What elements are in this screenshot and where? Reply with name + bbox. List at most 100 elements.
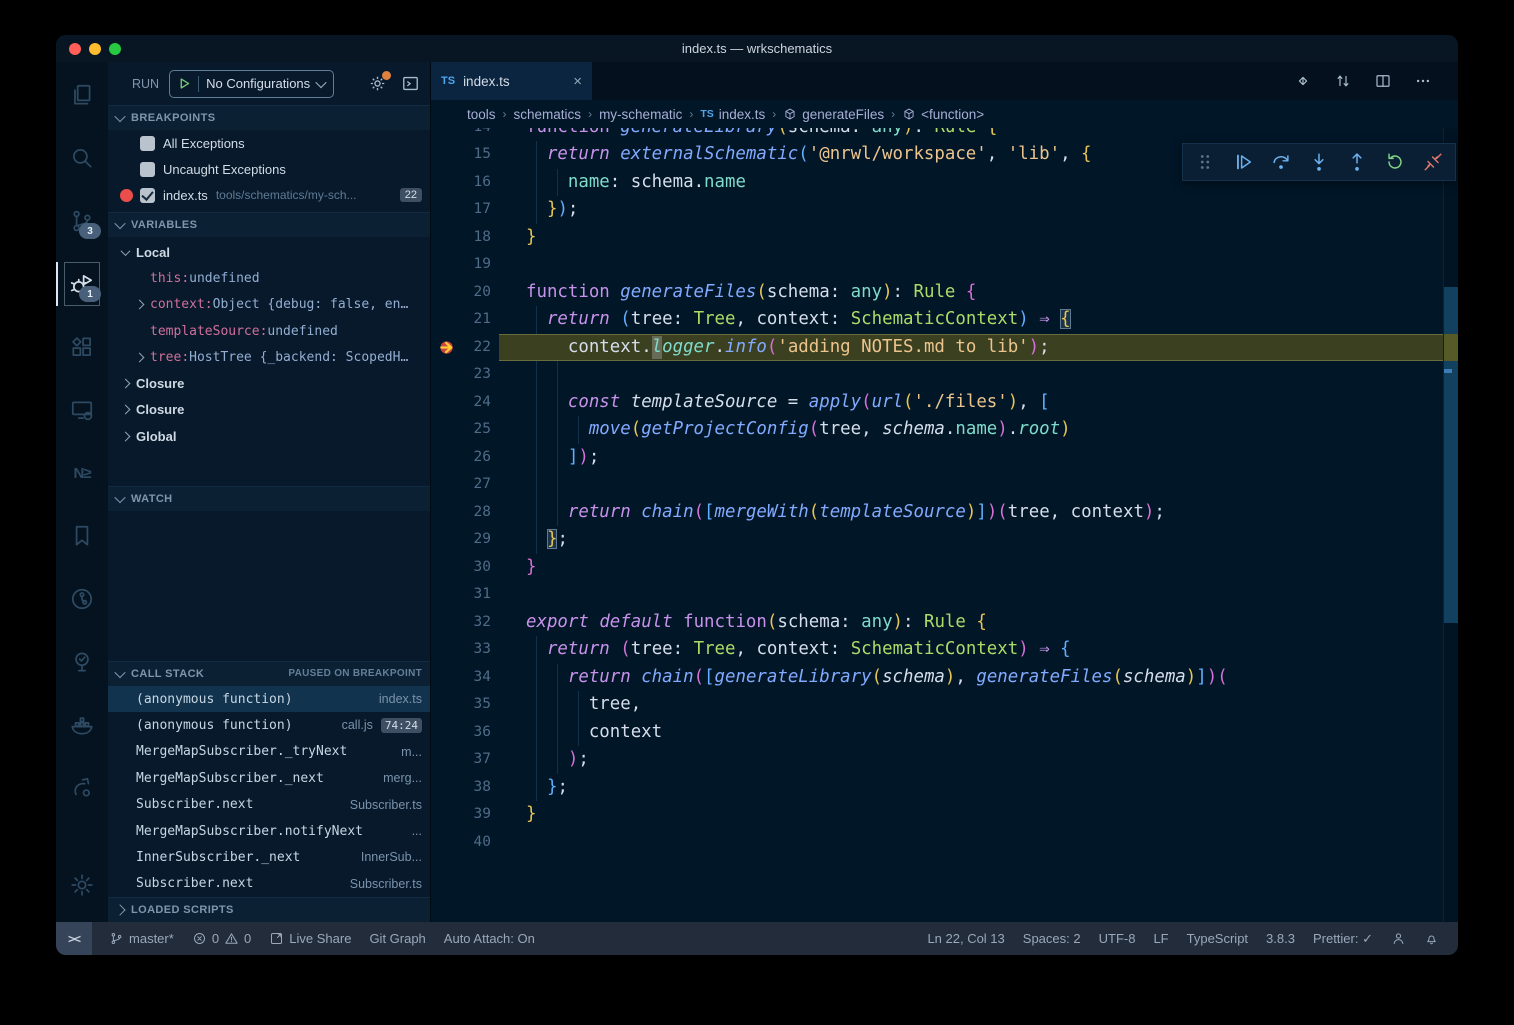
line-number[interactable]: 17 <box>474 196 491 224</box>
variable-row[interactable]: this: undefined <box>108 265 430 291</box>
debug-console-icon[interactable] <box>401 74 420 93</box>
breakpoint-row[interactable]: All Exceptions <box>108 130 430 156</box>
status-prettier[interactable]: Prettier: ✓ <box>1304 922 1382 955</box>
line-number[interactable]: 30 <box>474 554 491 582</box>
variables-section-header[interactable]: VARIABLES <box>108 212 430 237</box>
line-number[interactable]: 36 <box>474 719 491 747</box>
step-out-button[interactable] <box>1343 148 1371 176</box>
gutter[interactable]: 24 <box>431 389 526 417</box>
line-number[interactable]: 24 <box>474 389 491 417</box>
line-number[interactable]: 19 <box>474 251 491 279</box>
call-stack-frame[interactable]: MergeMapSubscriber.notifyNext... <box>108 818 430 844</box>
code-line[interactable]: 31 <box>431 581 1458 609</box>
variable-row[interactable]: Closure <box>108 370 430 396</box>
code-line[interactable]: 19 <box>431 251 1458 279</box>
gutter[interactable]: 35 <box>431 691 526 719</box>
code-line[interactable]: 20function generateFiles(schema: any): R… <box>431 279 1458 307</box>
variable-row[interactable]: Local <box>108 239 430 265</box>
tab-index-ts[interactable]: TS index.ts × <box>431 62 592 100</box>
call-stack-frame[interactable]: MergeMapSubscriber._tryNextm... <box>108 739 430 765</box>
line-number[interactable]: 35 <box>474 691 491 719</box>
line-number[interactable]: 34 <box>474 664 491 692</box>
remote-indicator[interactable]: >< <box>56 922 92 955</box>
status-branch[interactable]: master* <box>100 922 183 955</box>
chevron-right-icon[interactable] <box>121 379 131 389</box>
gutter[interactable]: 29 <box>431 526 526 554</box>
variable-row[interactable]: tree: HostTree {_backend: ScopedH… <box>108 344 430 370</box>
line-number[interactable]: 23 <box>474 361 491 389</box>
call-stack-section-header[interactable]: CALL STACK PAUSED ON BREAKPOINT <box>108 661 430 686</box>
breadcrumb-item[interactable]: TSindex.ts <box>700 107 765 122</box>
code-line[interactable]: 30} <box>431 554 1458 582</box>
more-actions-icon[interactable] <box>1414 72 1432 90</box>
gutter[interactable]: 20 <box>431 279 526 307</box>
status-auto-attach[interactable]: Auto Attach: On <box>435 922 544 955</box>
line-number[interactable]: 15 <box>474 141 491 169</box>
variable-row[interactable]: context: Object {debug: false, en… <box>108 292 430 318</box>
activity-item-explorer[interactable] <box>58 70 106 120</box>
gutter[interactable]: 36 <box>431 719 526 747</box>
line-number[interactable]: 21 <box>474 306 491 334</box>
code-line[interactable]: 36 context <box>431 719 1458 747</box>
line-number[interactable]: 39 <box>474 801 491 829</box>
line-number[interactable]: 16 <box>474 169 491 197</box>
variable-row[interactable]: Closure <box>108 397 430 423</box>
line-number[interactable]: 37 <box>474 746 491 774</box>
activity-item-extensions[interactable] <box>58 322 106 372</box>
gutter[interactable]: 23 <box>431 361 526 389</box>
call-stack-frame[interactable]: Subscriber.nextSubscriber.ts <box>108 871 430 897</box>
breadcrumb-item[interactable]: generateFiles <box>783 107 884 122</box>
code-line[interactable]: 34 return chain([generateLibrary(schema)… <box>431 664 1458 692</box>
line-number[interactable]: 38 <box>474 774 491 802</box>
line-number[interactable]: 29 <box>474 526 491 554</box>
code-line[interactable]: 18} <box>431 224 1458 252</box>
call-stack-frame[interactable]: InnerSubscriber._nextInnerSub... <box>108 844 430 870</box>
code-line[interactable]: 32export default function(schema: any): … <box>431 609 1458 637</box>
gutter[interactable]: 25 <box>431 416 526 444</box>
code-line[interactable]: 22 context.logger.info('adding NOTES.md … <box>431 334 1458 362</box>
status-git-graph[interactable]: Git Graph <box>360 922 434 955</box>
chevron-right-icon[interactable] <box>135 300 145 310</box>
debug-configuration-dropdown[interactable]: No Configurations <box>169 70 334 98</box>
gutter[interactable]: 34 <box>431 664 526 692</box>
gutter[interactable]: 32 <box>431 609 526 637</box>
line-number[interactable]: 33 <box>474 636 491 664</box>
gutter[interactable]: 39 <box>431 801 526 829</box>
line-number[interactable]: 20 <box>474 279 491 307</box>
code-line[interactable]: 21 return (tree: Tree, context: Schemati… <box>431 306 1458 334</box>
gutter[interactable]: 15 <box>431 141 526 169</box>
status-feedback[interactable] <box>1382 922 1415 955</box>
status-ts-version[interactable]: 3.8.3 <box>1257 922 1304 955</box>
status-notifications[interactable] <box>1415 922 1448 955</box>
compare-changes-icon[interactable] <box>1334 72 1352 90</box>
activity-item-git-history[interactable] <box>58 574 106 624</box>
line-number[interactable]: 26 <box>474 444 491 472</box>
status-encoding[interactable]: UTF-8 <box>1090 922 1145 955</box>
gutter[interactable]: 22 <box>431 334 526 362</box>
activity-item-live-share[interactable] <box>58 763 106 813</box>
chevron-down-icon[interactable] <box>121 246 131 256</box>
code-line[interactable]: 38 }; <box>431 774 1458 802</box>
gutter[interactable]: 40 <box>431 829 526 857</box>
gutter[interactable]: 18 <box>431 224 526 252</box>
activity-item-remote-explorer[interactable] <box>58 385 106 435</box>
breadcrumb-item[interactable]: tools <box>467 107 496 122</box>
editor-scrollbar[interactable] <box>1443 100 1458 922</box>
step-into-button[interactable] <box>1305 148 1333 176</box>
breakpoint-checkbox[interactable] <box>140 188 155 203</box>
restart-button[interactable] <box>1381 148 1409 176</box>
debug-settings-gear-icon[interactable] <box>368 74 387 93</box>
variable-row[interactable]: templateSource: undefined <box>108 318 430 344</box>
gutter[interactable]: 30 <box>431 554 526 582</box>
gutter[interactable]: 19 <box>431 251 526 279</box>
code-line[interactable]: 29 }; <box>431 526 1458 554</box>
breakpoints-section-header[interactable]: BREAKPOINTS <box>108 105 430 130</box>
activity-item-run-and-debug[interactable]: 1 <box>58 259 106 309</box>
code-line[interactable]: 26 ]); <box>431 444 1458 472</box>
loaded-scripts-section-header[interactable]: LOADED SCRIPTS <box>108 897 430 922</box>
line-number[interactable]: 32 <box>474 609 491 637</box>
chevron-right-icon[interactable] <box>121 405 131 415</box>
code-line[interactable]: 37 ); <box>431 746 1458 774</box>
step-over-button[interactable] <box>1267 148 1295 176</box>
call-stack-frame[interactable]: (anonymous function)call.js74:24 <box>108 712 430 738</box>
